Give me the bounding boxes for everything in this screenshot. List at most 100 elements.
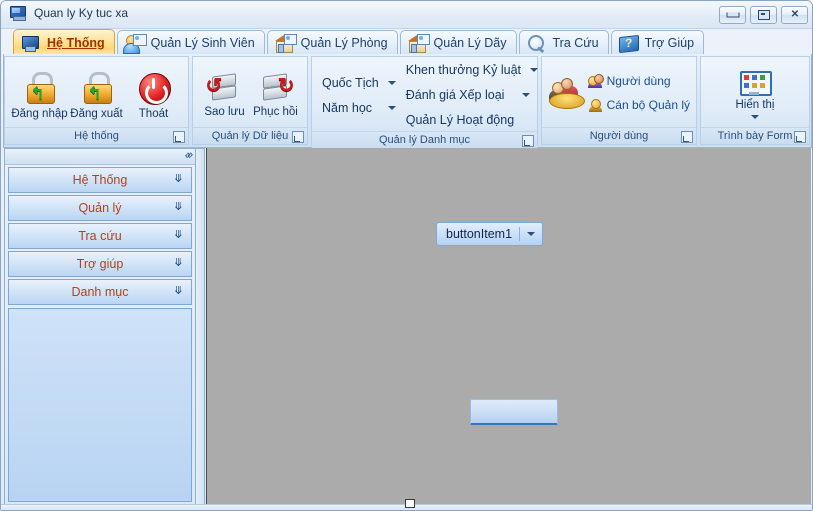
resize-handle[interactable] [405,499,415,508]
close-button[interactable]: ✕ [781,6,808,24]
chevron-double-down-icon: ⤋ [173,173,183,185]
restore-disk-icon: ↻ [259,72,295,103]
danh-muc-left-menu: Quốc Tịch Năm học [318,72,400,119]
ribbon-group-title-text: Trình bày Form [717,130,793,142]
ribbon-button-sao-luu[interactable]: ↺ Sao lưu [199,69,250,118]
ribbon-group-body: Quốc Tịch Năm học Khen thưởng Kỷ luật Đá… [312,57,538,131]
minimize-icon [726,12,739,18]
sidebar-item-label: Quản lý [78,201,122,215]
button-item-1[interactable]: buttonItem1 [436,222,544,246]
ribbon-button-dang-xuat[interactable]: ↰ Đăng xuất [68,67,125,120]
blank-button[interactable] [470,399,558,425]
menu-item-can-bo-quan-ly[interactable]: Cán bộ Quản lý [588,95,690,116]
nguoi-dung-menu: Người dùng Cán bộ Quản lý [587,71,690,116]
title-bar: Quan ly Ky tuc xa ✕ [1,1,812,29]
power-icon [137,71,171,105]
navigation-pane-content [8,308,192,502]
minimize-button[interactable] [719,6,746,24]
button-item-1-label: buttonItem1 [446,227,513,241]
window-controls: ✕ [719,6,808,24]
dialog-launcher-icon[interactable] [173,131,185,143]
maximize-button[interactable] [750,6,777,24]
backup-disk-icon: ↺ [206,72,242,103]
close-icon: ✕ [790,9,799,20]
ribbon-group-quan-ly-du-lieu: ↺ Sao lưu ↻ Phục hồi Quản lý Dữ liệu [192,56,308,145]
tab-he-thong[interactable]: Hệ Thống [13,29,115,55]
ribbon-button-label: Đăng xuất [70,107,123,120]
chevron-down-icon [387,105,396,110]
menu-item-label: Năm học [322,100,373,115]
ribbon-button-thoat[interactable]: Thoát [125,67,182,120]
menu-item-khen-thuong-ky-luat[interactable]: Khen thưởng Kỷ luật [402,59,538,81]
tab-label: Quản Lý Phòng [300,36,388,50]
tab-quan-ly-sinh-vien[interactable]: Quản Lý Sinh Viên [116,30,265,55]
ribbon-button-label: Hiển thị [735,99,775,111]
menu-item-nguoi-dung[interactable]: Người dùng [587,71,690,92]
ribbon-tab-strip: Hệ Thống Quản Lý Sinh Viên Quản Lý Phòng… [1,29,812,55]
ribbon-button-dang-nhap[interactable]: ↰ Đăng nhập [11,67,68,120]
ribbon-group-title: Người dùng [542,127,696,144]
sidebar-item-quan-ly[interactable]: Quản lý ⤋ [8,195,192,221]
app-monitor-icon [10,5,27,21]
sidebar-item-tra-cuu[interactable]: Tra cứu ⤋ [8,223,192,249]
menu-item-label: Khen thưởng Kỷ luật [405,63,521,77]
tab-tra-cuu[interactable]: Tra Cứu [518,30,609,55]
menu-item-quan-ly-hoat-dong[interactable]: Quản Lý Hoạt động [402,109,534,131]
sidebar-item-tro-giup[interactable]: Trợ giúp ⤋ [8,251,192,277]
chevron-down-icon [521,93,530,97]
user-pair-icon [587,74,604,88]
ribbon-group-title-text: Người dùng [589,130,649,142]
ribbon-group-nguoi-dung: Người dùng Cán bộ Quản lý Người dùng [541,56,697,145]
ribbon-group-body: Người dùng Cán bộ Quản lý [542,57,696,127]
sidebar-item-he-thong[interactable]: Hệ Thống ⤋ [8,167,192,193]
ribbon-group-title: Quản lý Dữ liệu [193,127,307,144]
users-group-icon [548,77,585,109]
menu-item-label: Quản Lý Hoạt động [405,113,515,127]
dialog-launcher-icon[interactable] [292,131,304,143]
chevron-down-icon [387,80,396,85]
ribbon-button-hien-thi[interactable]: Hiển thị [719,67,791,119]
ribbon-group-body: Hiển thị [701,57,809,127]
ribbon-group-title: Hệ thống [5,127,188,144]
dialog-launcher-icon[interactable] [522,135,534,147]
chevron-down-icon[interactable] [527,232,536,236]
navigation-pane: « Hệ Thống ⤋ Quản lý ⤋ Tra cứu ⤋ Trợ giú… [4,148,196,506]
chevron-double-down-icon: ⤋ [173,229,183,241]
help-book-icon: ? [618,34,640,54]
client-area: buttonItem1 [206,148,811,506]
tab-label: Trợ Giúp [644,36,695,50]
ribbon-group-body: ↰ Đăng nhập ↰ Đăng xuất Thoát [5,57,188,127]
ribbon-group-title: Quản lý Danh mục [312,131,537,148]
divider [519,227,521,241]
tab-label: Quản Lý Dãy [433,36,507,50]
ribbon-group-title-text: Hệ thống [74,130,119,142]
menu-item-danh-gia-xep-loai[interactable]: Đánh giá Xếp loại [402,84,534,106]
chevron-down-icon [530,68,538,72]
chevron-double-down-icon: ⤋ [173,285,183,297]
sidebar-item-danh-muc[interactable]: Danh mục ⤋ [8,279,192,305]
lock-unlock-icon: ↰ [23,71,57,105]
menu-item-label: Quốc Tịch [322,75,379,90]
dialog-launcher-icon[interactable] [681,131,693,143]
tab-label: Tra Cứu [552,36,599,50]
navigation-pane-splitter[interactable] [196,148,205,506]
ribbon-group-quan-ly-danh-muc: Quốc Tịch Năm học Khen thưởng Kỷ luật Đá… [311,56,538,148]
danh-muc-right-menu: Khen thưởng Kỷ luật Đánh giá Xếp loại Qu… [402,59,538,131]
chevron-double-down-icon: ⤋ [173,257,183,269]
navigation-pane-header: « [5,149,195,165]
tab-tro-giup[interactable]: ? Trợ Giúp [610,30,705,55]
ribbon-button-phuc-hoi[interactable]: ↻ Phục hồi [250,69,301,118]
tab-quan-ly-day[interactable]: Quản Lý Dãy [399,30,517,55]
menu-item-nam-hoc[interactable]: Năm học [318,97,400,119]
expand-right-icon[interactable]: » [187,150,193,161]
ribbon-group-title-text: Quản lý Danh mục [378,134,471,146]
house-card-icon [407,34,430,53]
dialog-launcher-icon[interactable] [794,131,806,143]
menu-item-label: Cán bộ Quản lý [606,98,690,112]
chevron-down-icon[interactable] [751,115,759,119]
ribbon-group-trinh-bay-form: Hiển thị Trình bày Form [700,56,810,145]
menu-item-label: Người dùng [606,74,671,88]
tab-quan-ly-phong[interactable]: Quản Lý Phòng [266,30,398,55]
user-card-icon [122,34,147,54]
menu-item-quoc-tich[interactable]: Quốc Tịch [318,72,400,94]
